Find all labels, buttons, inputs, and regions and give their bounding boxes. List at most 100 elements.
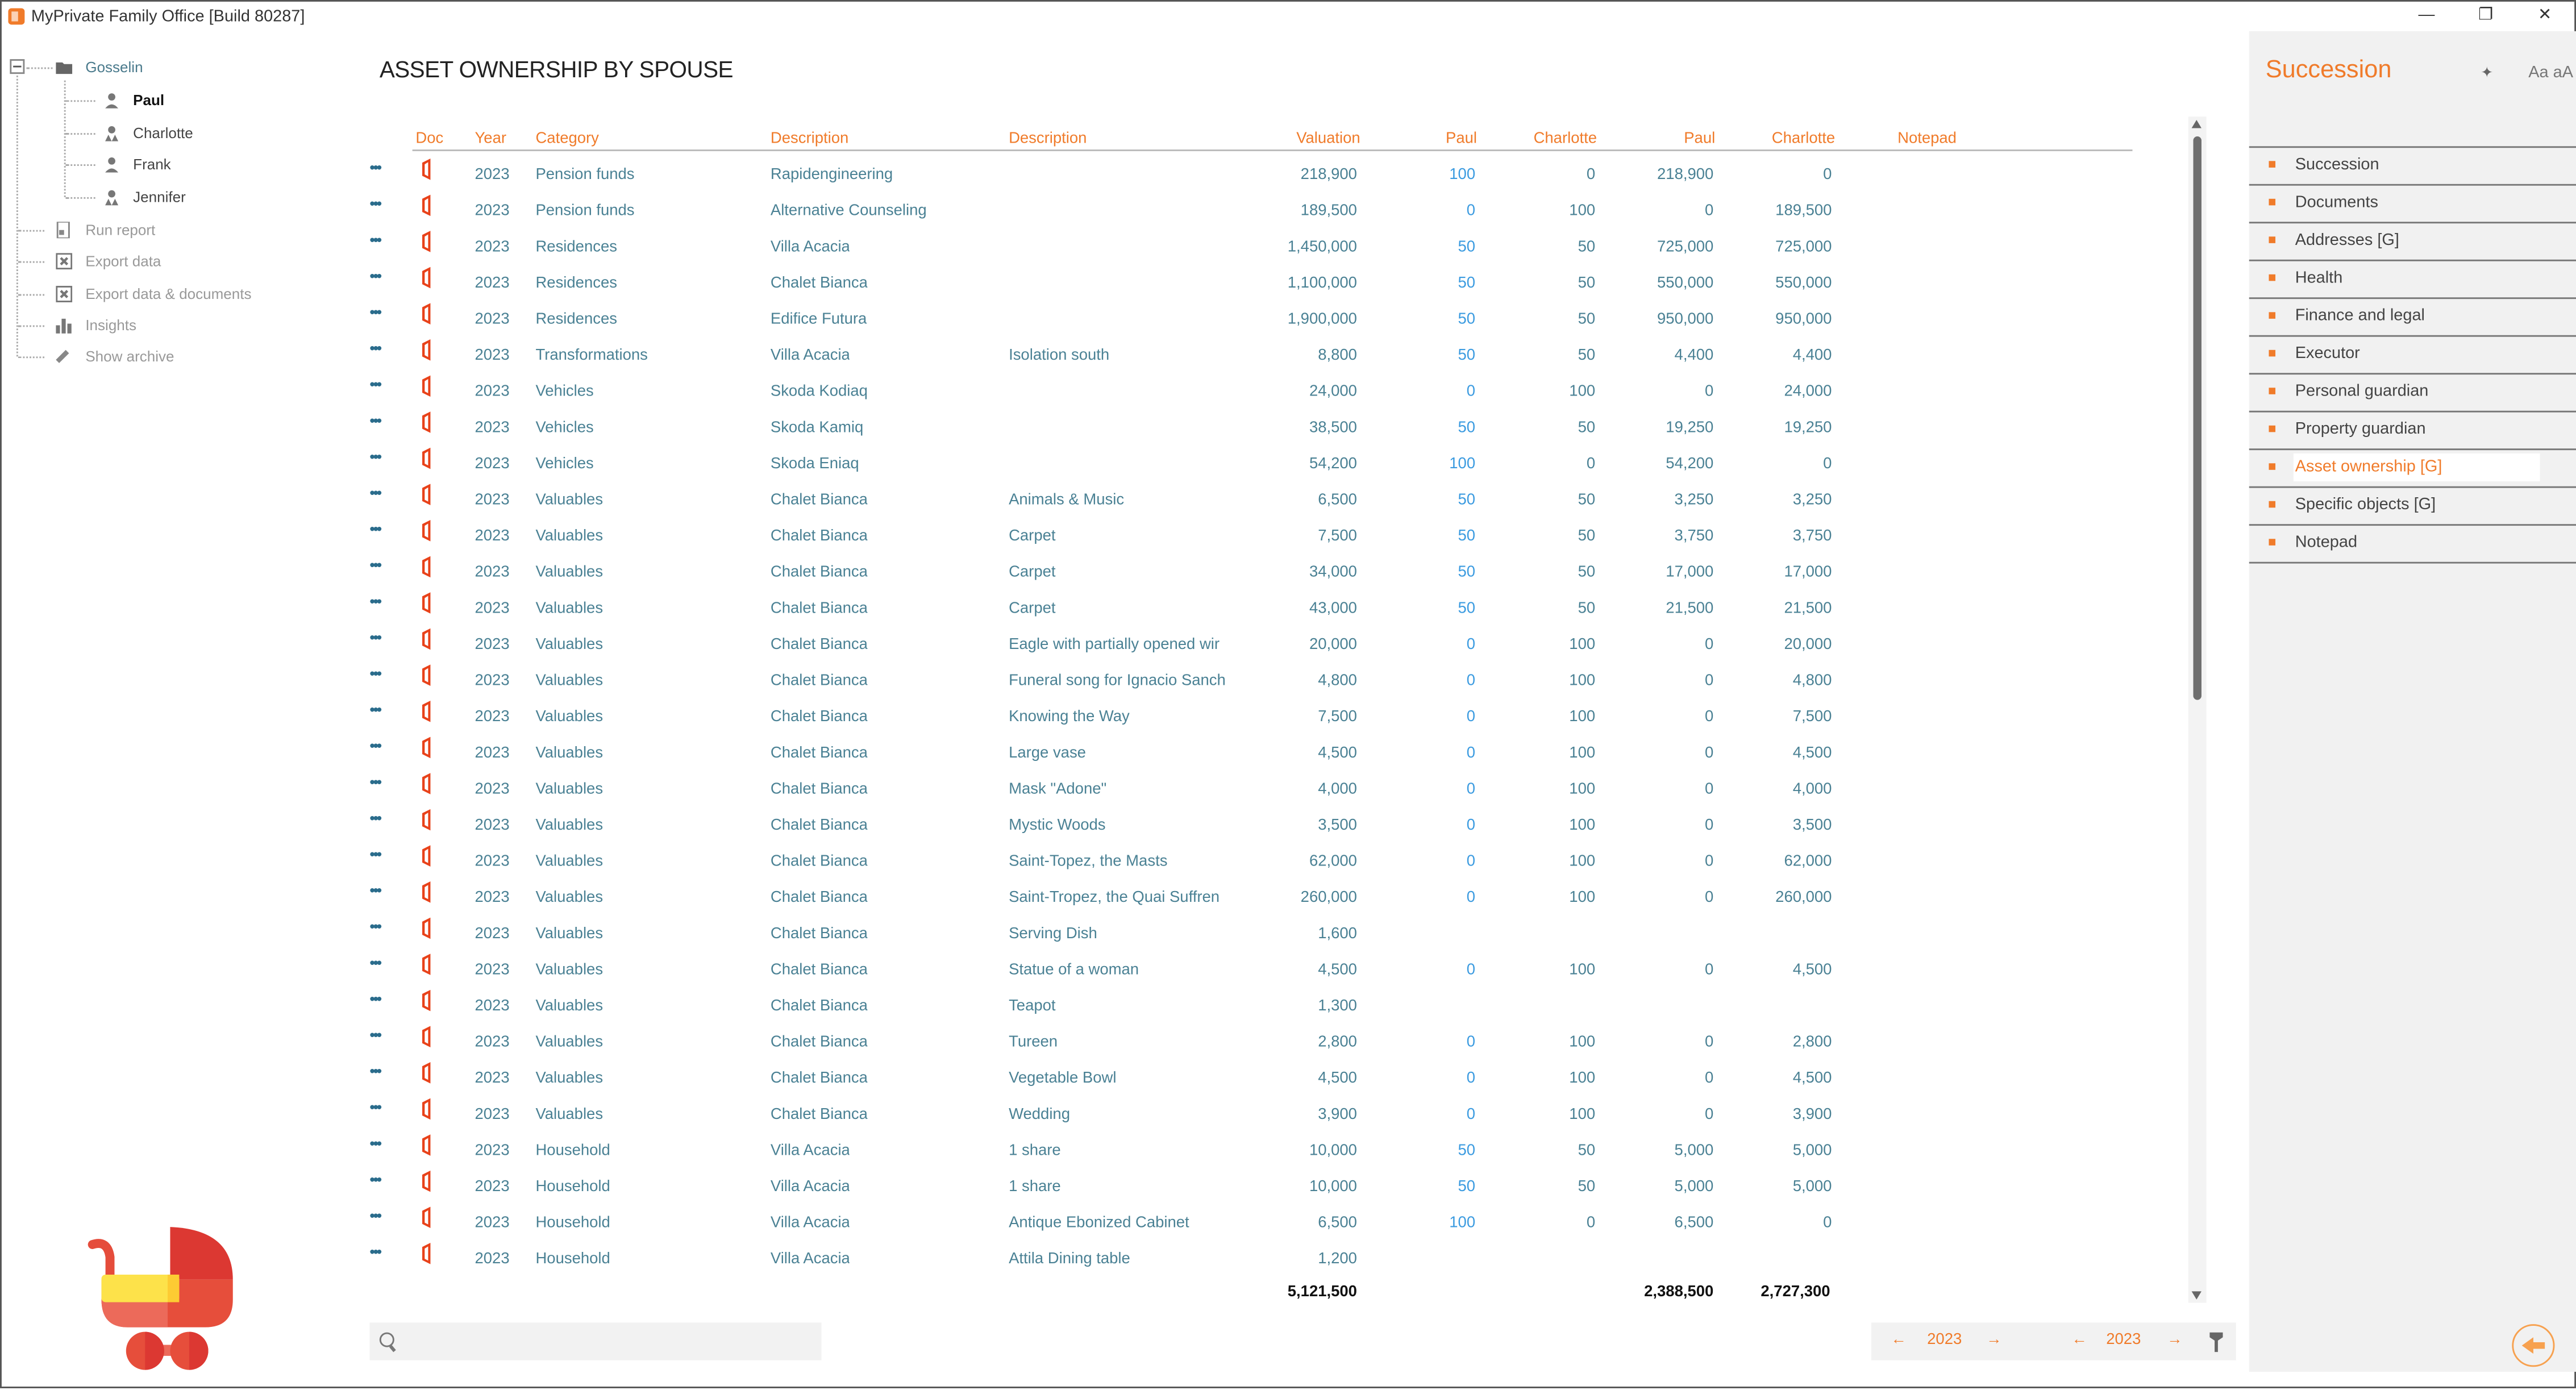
table-row[interactable]: ••• 2023 Valuables Chalet Bianca Saint-Topez… [363,844,2170,881]
nav-item-health[interactable]: Health [2249,261,2576,299]
office-document-icon[interactable] [419,700,435,723]
office-document-icon[interactable] [419,302,435,325]
paul-percent-cell[interactable]: 100 [1381,166,1475,184]
table-row[interactable]: ••• 2023 Transformations Villa Acacia Isolat… [363,339,2170,375]
row-action-menu-button[interactable]: ••• [369,268,382,284]
row-action-menu-button[interactable]: ••• [369,665,382,682]
table-row[interactable]: ••• 2023 Valuables Chalet Bianca Mystic Wood… [363,808,2170,844]
table-row[interactable]: ••• 2023 Valuables Chalet Bianca Animals & M… [363,483,2170,519]
paul-percent-cell[interactable]: 50 [1381,491,1476,509]
show-archive-action[interactable]: Show archive [56,345,174,368]
restore-button[interactable]: ❐ [2456,2,2515,31]
row-action-menu-button[interactable]: ••• [369,232,382,248]
tree-member-charlotte[interactable]: Charlotte [103,122,193,144]
collapse-toggle[interactable] [10,59,25,74]
table-row[interactable]: ••• 2023 Household Villa Acacia Antique Ebon… [363,1206,2170,1242]
paul-percent-cell[interactable]: 50 [1381,600,1476,618]
table-row[interactable]: ••• 2023 Valuables Chalet Bianca Vegetable B… [363,1062,2170,1098]
table-row[interactable]: ••• 2023 Valuables Chalet Bianca Tureen 2,800… [363,1025,2170,1062]
row-action-menu-button[interactable]: ••• [369,810,382,826]
row-action-menu-button[interactable]: ••• [369,701,382,718]
year-to-prev-button[interactable]: ← [2072,1331,2087,1349]
office-document-icon[interactable] [419,1062,435,1084]
row-action-menu-button[interactable]: ••• [369,195,382,212]
row-action-menu-button[interactable]: ••• [369,159,382,176]
office-document-icon[interactable] [419,844,435,867]
office-document-icon[interactable] [419,808,435,831]
paul-percent-cell[interactable]: 0 [1381,780,1475,798]
office-document-icon[interactable] [419,989,435,1012]
office-document-icon[interactable] [419,1097,435,1120]
minimize-button[interactable]: — [2397,2,2456,31]
office-document-icon[interactable] [419,772,435,795]
scrollbar-thumb[interactable] [2193,136,2202,700]
office-document-icon[interactable] [419,1134,435,1156]
office-document-icon[interactable] [419,483,435,506]
table-row[interactable]: ••• 2023 Pension funds Rapidengineering 218,… [363,158,2170,194]
office-document-icon[interactable] [419,664,435,686]
paul-percent-cell[interactable]: 50 [1381,347,1476,365]
scroll-down-arrow-icon[interactable] [2191,1291,2202,1300]
export-data-action[interactable]: Export data [56,249,161,272]
table-row[interactable]: ••• 2023 Valuables Chalet Bianca Carpet 43,00… [363,592,2170,628]
table-row[interactable]: ••• 2023 Household Villa Acacia Attila Dinin… [363,1242,2170,1279]
office-document-icon[interactable] [419,881,435,904]
row-action-menu-button[interactable]: ••• [369,448,382,465]
office-document-icon[interactable] [419,194,435,217]
nav-item-asset-ownership-g[interactable]: Asset ownership [G] [2249,450,2576,488]
table-row[interactable]: ••• 2023 Valuables Chalet Bianca Large vase 4… [363,736,2170,772]
row-action-menu-button[interactable]: ••• [369,340,382,356]
font-size-toggle[interactable]: Aa aA [2528,64,2573,82]
office-document-icon[interactable] [419,627,435,650]
office-document-icon[interactable] [419,519,435,542]
nav-item-documents[interactable]: Documents [2249,186,2576,224]
table-row[interactable]: ••• 2023 Valuables Chalet Bianca Teapot 1,300 [363,989,2170,1025]
tree-root-gosselin[interactable]: Gosselin [56,56,143,78]
table-row[interactable]: ••• 2023 Valuables Chalet Bianca Mask "Adone… [363,772,2170,809]
table-row[interactable]: ••• 2023 Valuables Chalet Bianca Statue of a… [363,953,2170,989]
row-action-menu-button[interactable]: ••• [369,774,382,790]
close-button[interactable]: ✕ [2515,2,2574,31]
paul-percent-cell[interactable]: 50 [1381,238,1476,256]
pin-icon[interactable]: ✦ [2481,64,2493,82]
table-row[interactable]: ••• 2023 Pension funds Alternative Counseli… [363,194,2170,230]
paul-percent-cell[interactable]: 50 [1381,310,1476,328]
paul-percent-cell[interactable]: 100 [1381,1214,1475,1232]
office-document-icon[interactable] [419,158,435,181]
office-document-icon[interactable] [419,917,435,939]
table-row[interactable]: ••• 2023 Household Villa Acacia 1 share 10,00… [363,1134,2170,1170]
tree-member-frank[interactable]: Frank [103,153,171,176]
office-document-icon[interactable] [419,1242,435,1265]
paul-percent-cell[interactable]: 0 [1381,852,1475,871]
year-from-prev-button[interactable]: ← [1891,1331,1907,1349]
paul-percent-cell[interactable]: 0 [1381,708,1475,726]
run-report-action[interactable]: Run report [56,219,155,242]
row-action-menu-button[interactable]: ••• [369,413,382,429]
nav-item-specific-objects-g[interactable]: Specific objects [G] [2249,488,2576,526]
row-action-menu-button[interactable]: ••• [369,918,382,935]
paul-percent-cell[interactable]: 0 [1381,1069,1475,1088]
nav-item-succession[interactable]: Succession [2249,148,2576,186]
insights-action[interactable]: Insights [56,314,136,336]
paul-percent-cell[interactable]: 0 [1381,1033,1475,1051]
table-row[interactable]: ••• 2023 Residences Edifice Futura 1,900,000… [363,302,2170,339]
office-document-icon[interactable] [419,1206,435,1229]
row-action-menu-button[interactable]: ••• [369,593,382,610]
row-action-menu-button[interactable]: ••• [369,991,382,1007]
row-action-menu-button[interactable]: ••• [369,846,382,863]
office-document-icon[interactable] [419,230,435,253]
row-action-menu-button[interactable]: ••• [369,304,382,321]
table-row[interactable]: ••• 2023 Valuables Chalet Bianca Carpet 34,00… [363,555,2170,592]
year-from-next-button[interactable]: → [1986,1331,2001,1349]
nav-item-executor[interactable]: Executor [2249,337,2576,375]
paul-percent-cell[interactable]: 0 [1381,636,1475,654]
filter-icon[interactable] [2208,1332,2225,1352]
table-row[interactable]: ••• 2023 Valuables Chalet Bianca Eagle with … [363,627,2170,664]
nav-item-addresses-g[interactable]: Addresses [G] [2249,223,2576,261]
paul-percent-cell[interactable]: 0 [1381,961,1475,979]
nav-item-property-guardian[interactable]: Property guardian [2249,413,2576,451]
vertical-scrollbar[interactable] [2188,116,2207,1303]
office-document-icon[interactable] [419,1170,435,1192]
row-action-menu-button[interactable]: ••• [369,376,382,393]
row-action-menu-button[interactable]: ••• [369,557,382,573]
